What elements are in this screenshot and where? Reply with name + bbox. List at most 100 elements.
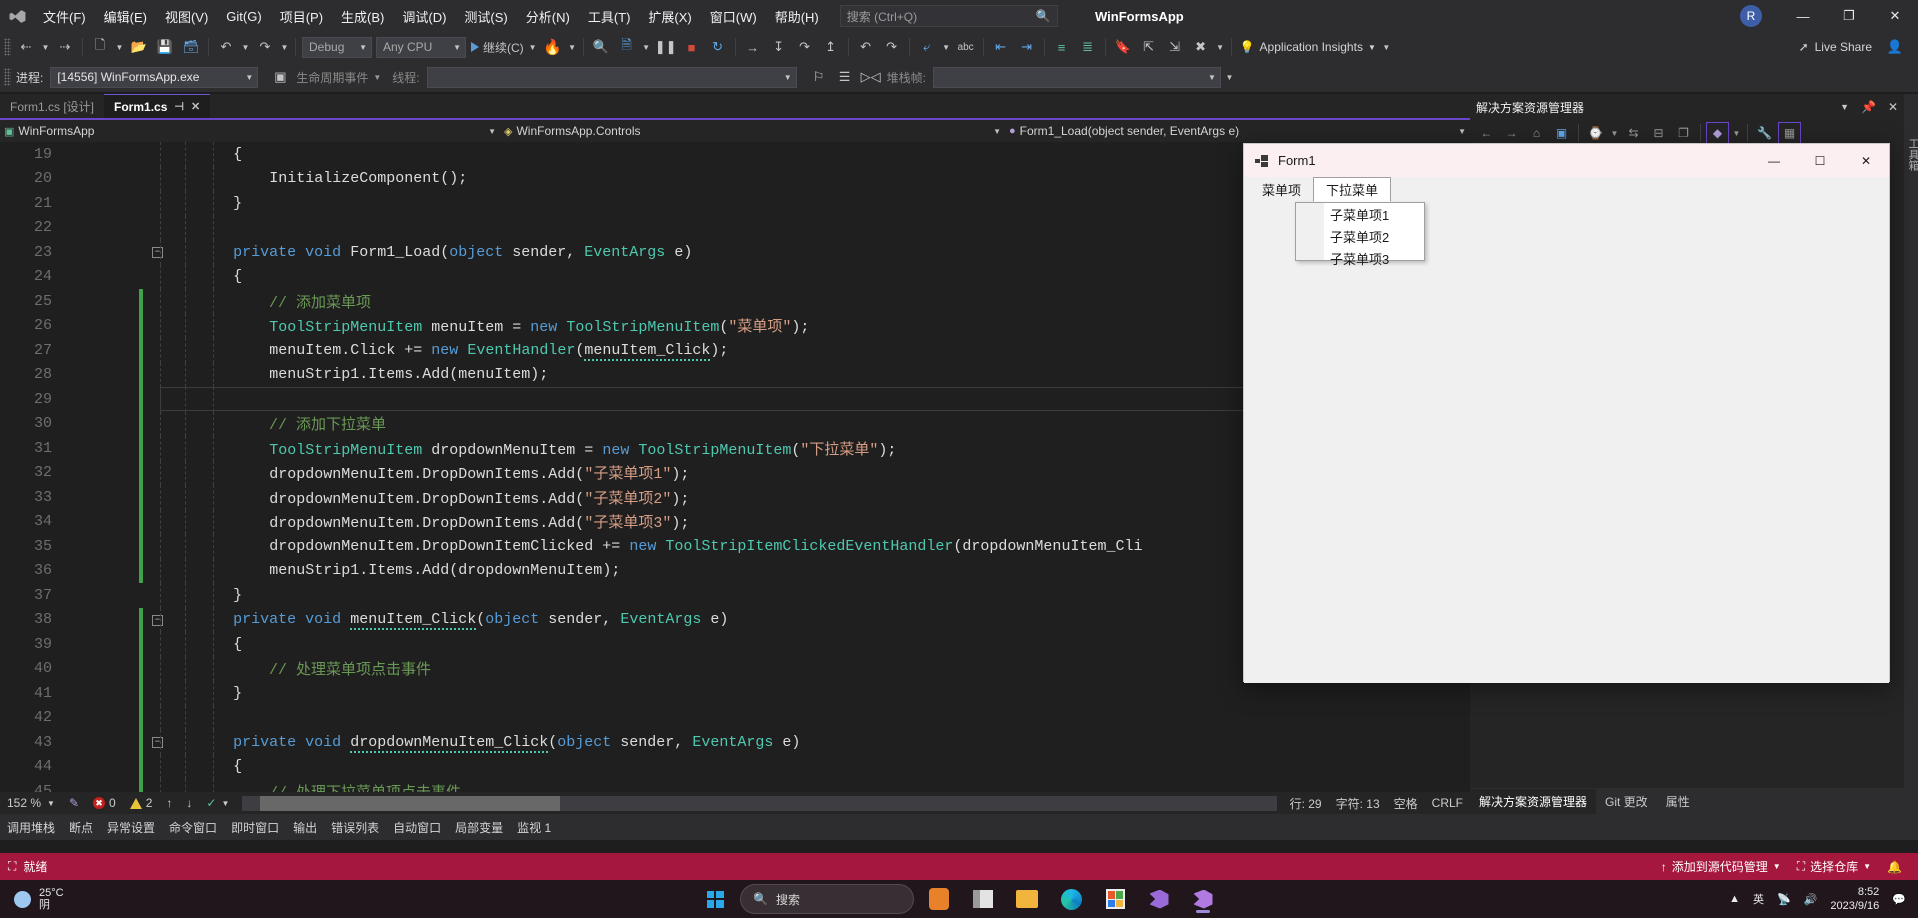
taskbar-app-store[interactable] — [1096, 883, 1134, 915]
comment-icon[interactable]: ≡ — [1050, 35, 1074, 59]
properties-wrench-icon[interactable]: 🔧 — [1753, 122, 1776, 144]
menu-view[interactable]: 视图(V) — [156, 0, 217, 32]
code-line[interactable]: 19 { — [0, 142, 1455, 167]
format-icon[interactable]: ⇤ — [989, 35, 1013, 59]
breadcrumb-project[interactable]: ▣ WinFormsApp ▼ — [0, 120, 500, 142]
code-line[interactable]: 33 dropdownMenuItem.DropDownItems.Add("子… — [0, 485, 1455, 510]
menu-analyze[interactable]: 分析(N) — [517, 0, 579, 32]
ime-indicator[interactable]: 英 — [1753, 891, 1764, 907]
volume-icon[interactable]: 🔊 — [1804, 893, 1818, 906]
close-icon[interactable]: ✕ — [1888, 100, 1898, 114]
preview-selected-items-icon[interactable]: ▦ — [1778, 122, 1801, 144]
fold-toggle-icon[interactable]: − — [152, 614, 163, 626]
dock-tab-5[interactable]: 输出 — [286, 814, 324, 840]
zoom-level-select[interactable]: 152 % ▼ — [0, 792, 62, 814]
code-line[interactable]: 28 menuStrip1.Items.Add(menuItem); — [0, 362, 1455, 387]
code-line[interactable]: 23− private void Form1_Load(object sende… — [0, 240, 1455, 265]
line-ending-mode[interactable]: CRLF — [1425, 792, 1470, 814]
step-over-icon[interactable]: ↷ — [793, 35, 817, 59]
open-file-icon[interactable]: 📂 — [127, 35, 151, 59]
collapse-all-icon[interactable]: ⊟ — [1647, 122, 1670, 144]
stack-frame-select[interactable]: ▼ — [932, 66, 1221, 88]
fold-toggle-icon[interactable]: − — [152, 247, 163, 258]
select-tool-icon[interactable]: ⤶ — [915, 35, 939, 59]
menu-git[interactable]: Git(G) — [217, 0, 270, 32]
code-line[interactable]: 27 menuItem.Click += new EventHandler(me… — [0, 338, 1455, 363]
process-select[interactable]: [14556] WinFormsApp.exe ▼ — [50, 66, 259, 88]
live-share-account-icon[interactable]: 👤 — [1883, 35, 1907, 59]
add-to-source-control-button[interactable]: ↑ 添加到源代码管理 ▼ — [1653, 858, 1789, 875]
code-line[interactable]: 34 dropdownMenuItem.DropDownItems.Add("子… — [0, 509, 1455, 534]
warning-count[interactable]: 2 — [123, 792, 160, 814]
uncomment-icon[interactable]: ≣ — [1076, 35, 1100, 59]
forward-icon[interactable]: → — [1500, 122, 1523, 144]
taskbar-weather-widget[interactable]: 25°C 阴 — [0, 887, 64, 911]
code-line[interactable]: 42 — [0, 705, 1455, 730]
toggle-bookmark-icon[interactable]: 🔖 — [1111, 35, 1135, 59]
horizontal-scroll-thumb[interactable] — [260, 795, 561, 811]
window-layout-icon[interactable]: 🗎 — [615, 35, 639, 59]
menu-debug[interactable]: 调试(D) — [393, 0, 455, 32]
tool-tab-properties[interactable]: 属性 — [1657, 789, 1699, 814]
form1-menu-item-caidanxiang[interactable]: 菜单项 — [1250, 177, 1313, 202]
select-repository-button[interactable]: ⛶ 选择仓库 ▼ — [1789, 858, 1879, 875]
show-threads-icon[interactable]: ☰ — [833, 65, 857, 89]
hot-reload-dropdown-icon[interactable]: ▼ — [567, 35, 578, 59]
code-line[interactable]: 39 { — [0, 632, 1455, 657]
menu-project[interactable]: 项目(P) — [271, 0, 332, 32]
dock-tab-6[interactable]: 错误列表 — [324, 814, 386, 840]
form1-close-button[interactable]: ✕ — [1843, 144, 1889, 177]
dock-tab-1[interactable]: 断点 — [62, 814, 100, 840]
redo-icon[interactable]: ↷ — [253, 35, 277, 59]
minimize-button[interactable]: — — [1780, 0, 1826, 32]
select-tool-dropdown-icon[interactable]: ▼ — [941, 35, 952, 59]
taskbar-app-chrome-orange[interactable] — [920, 883, 958, 915]
stop-debugging-icon[interactable]: ■ — [680, 35, 704, 59]
continue-button[interactable]: 继续(C) ▼ — [468, 35, 540, 59]
pin-icon[interactable]: ⊣ — [174, 100, 184, 113]
chevron-down-icon[interactable]: ▼ — [1840, 102, 1849, 112]
code-line[interactable]: 22 — [0, 215, 1455, 240]
history-icon[interactable]: ⌚ — [1584, 122, 1607, 144]
clear-bookmarks-icon[interactable]: ✖ — [1189, 35, 1213, 59]
tool-tab-solution-explorer[interactable]: 解决方案资源管理器 — [1470, 789, 1597, 814]
dock-tab-7[interactable]: 自动窗口 — [386, 814, 448, 840]
code-line[interactable]: 26 ToolStripMenuItem menuItem = new Tool… — [0, 313, 1455, 338]
solution-configuration-select[interactable]: Debug ▼ — [302, 36, 372, 58]
lifecycle-events-icon[interactable]: ▣ — [268, 65, 292, 89]
intellicode-status-icon[interactable]: ✎ — [62, 792, 86, 814]
menu-help[interactable]: 帮助(H) — [766, 0, 828, 32]
account-avatar[interactable]: R — [1740, 5, 1762, 27]
close-icon[interactable]: ✕ — [191, 100, 200, 113]
tab-form1-designer[interactable]: Form1.cs [设计] — [0, 94, 105, 118]
start-button[interactable] — [696, 883, 734, 915]
code-line[interactable]: 20 InitializeComponent(); — [0, 166, 1455, 191]
tray-overflow-icon[interactable]: ▲ — [1729, 893, 1740, 905]
form1-menu-item-dropdown[interactable]: 下拉菜单 — [1313, 177, 1392, 202]
break-all-icon[interactable]: ❚❚ — [654, 35, 678, 59]
code-cleanup-button[interactable]: ✓ ▼ — [199, 792, 236, 814]
show-all-files-icon[interactable]: ❐ — [1672, 122, 1695, 144]
previous-issue-button[interactable]: ↑ — [159, 792, 179, 814]
live-share-button[interactable]: ➚ Live Share — [1799, 32, 1872, 62]
taskbar-app-edge[interactable] — [1052, 883, 1090, 915]
view-class-view-icon[interactable]: ◆ — [1706, 122, 1729, 144]
code-line[interactable]: 45 // 处理下拉菜单项点击事件 — [0, 779, 1455, 792]
taskbar-app-vs-preview[interactable] — [1140, 883, 1178, 915]
taskbar-clock[interactable]: 8:52 2023/9/16 — [1830, 885, 1879, 913]
step-into-icon[interactable]: ↧ — [767, 35, 791, 59]
network-icon[interactable]: 📡 — [1777, 893, 1791, 906]
fold-toggle-icon[interactable]: − — [152, 737, 163, 748]
show-next-statement-icon[interactable]: → — [741, 35, 765, 59]
menu-test[interactable]: 测试(S) — [455, 0, 516, 32]
code-line[interactable]: 32 dropdownMenuItem.DropDownItems.Add("子… — [0, 460, 1455, 485]
dock-tab-8[interactable]: 局部变量 — [448, 814, 510, 840]
code-line[interactable]: 36 menuStrip1.Items.Add(dropdownMenuItem… — [0, 558, 1455, 583]
quick-search-input[interactable]: 搜索 (Ctrl+Q) 🔍 — [839, 5, 1058, 27]
dropdown-item-3[interactable]: 子菜单项3 — [1296, 247, 1424, 269]
taskbar-app-task-view[interactable] — [964, 883, 1002, 915]
undo-icon[interactable]: ↶ — [214, 35, 238, 59]
dropdown-item-2[interactable]: 子菜单项2 — [1296, 225, 1424, 247]
code-line[interactable]: 24 { — [0, 264, 1455, 289]
restart-icon[interactable]: ↻ — [706, 35, 730, 59]
